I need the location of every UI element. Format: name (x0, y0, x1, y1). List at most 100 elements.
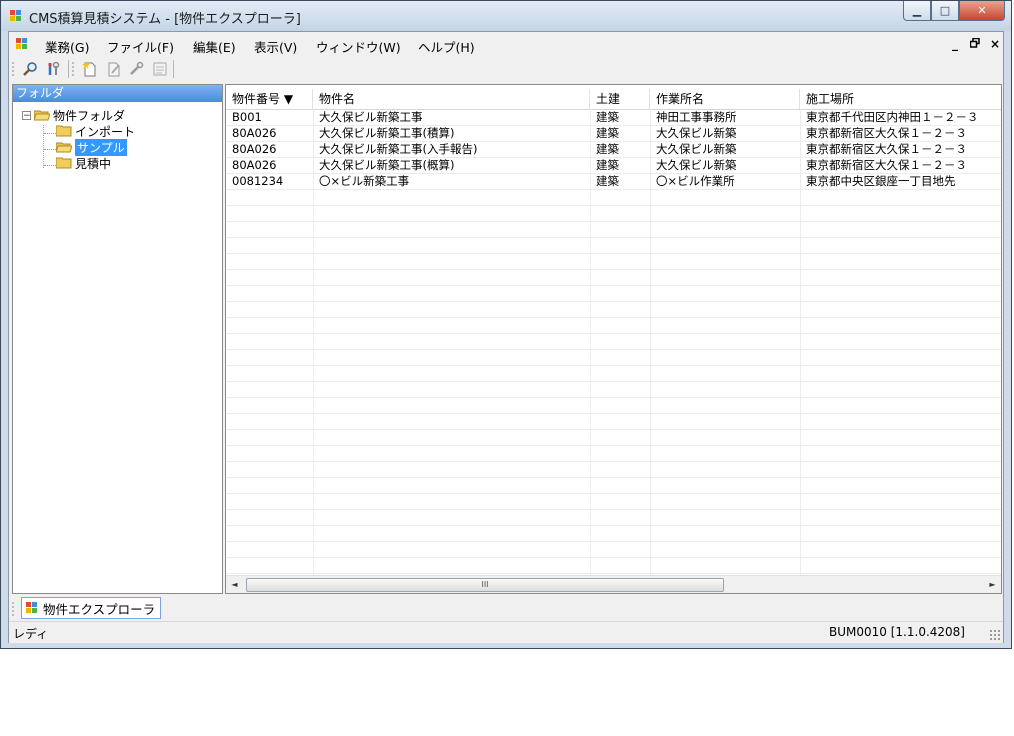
maximize-button[interactable]: □ (931, 1, 959, 21)
tree-label-import: インポート (75, 124, 136, 139)
cell-site-office: 大久保ビル新築 (656, 158, 737, 172)
table-row (226, 558, 1001, 574)
table-row[interactable]: 80A026 大久保ビル新築工事(入手報告) 建築 大久保ビル新築 東京都新宿区大久保１… (226, 142, 1001, 158)
table-row (226, 382, 1001, 398)
column-header-site-office[interactable]: 作業所名 (650, 89, 800, 109)
table-row[interactable]: 80A026 大久保ビル新築工事(概算) 建築 大久保ビル新築 東京都新宿区大久保１－２… (226, 158, 1001, 174)
table-row[interactable]: 0081234 〇×ビル新築工事 建築 〇×ビル作業所 東京都中央区銀座一丁目地先 (226, 174, 1001, 190)
column-header-type[interactable]: 土建 (590, 89, 650, 109)
close-button[interactable]: ✕ (959, 1, 1005, 21)
maximize-icon: □ (939, 4, 951, 17)
column-header-number[interactable]: 物件番号 ▼ (226, 89, 313, 109)
edit-document-button[interactable] (105, 60, 123, 78)
edit-document-icon (108, 62, 120, 77)
cell-type: 建築 (596, 110, 619, 124)
folder-icon (56, 157, 72, 169)
menu-file[interactable]: ファイル(F) (107, 37, 174, 56)
open-folder-icon (34, 110, 50, 121)
cell-site-office: 大久保ビル新築 (656, 142, 737, 156)
new-document-icon (82, 61, 96, 77)
table-row (226, 462, 1001, 478)
app-window: CMS積算見積システム - [物件エクスプローラ] ▁ □ ✕ 業務(G) ファ… (0, 0, 1012, 649)
toolbar-separator (68, 60, 69, 78)
table-row (226, 414, 1001, 430)
table-row[interactable]: B001 大久保ビル新築工事 建築 神田工事事務所 東京都千代田区内神田１－２－３ (226, 110, 1001, 126)
tree-node-import[interactable]: インポート (56, 123, 135, 139)
table-row (226, 526, 1001, 542)
tabstrip-grip[interactable] (12, 601, 14, 617)
cell-type: 建築 (596, 142, 619, 156)
mdi-restore-button[interactable] (969, 37, 980, 51)
tab-label: 物件エクスプローラ (43, 601, 156, 617)
collapse-icon[interactable]: − (22, 110, 31, 120)
toolbar-grip-2[interactable] (72, 61, 74, 77)
table-row (226, 350, 1001, 366)
cell-site-office: 神田工事事務所 (656, 110, 737, 124)
folder-pane-header: フォルダ (13, 85, 222, 102)
search-icon (23, 62, 37, 76)
app-icon (26, 602, 37, 613)
tab-property-explorer[interactable]: 物件エクスプローラ (21, 597, 162, 619)
title-bar[interactable]: CMS積算見積システム - [物件エクスプローラ] ▁ □ ✕ (1, 1, 1011, 31)
table-row (226, 222, 1001, 238)
tools-button[interactable] (45, 60, 63, 78)
app-icon (10, 10, 21, 21)
search-button[interactable] (21, 60, 39, 78)
scroll-left-arrow-icon[interactable]: ◄ (226, 576, 243, 593)
menu-help[interactable]: ヘルプ(H) (418, 37, 475, 56)
caption-buttons: ▁ □ ✕ (903, 1, 1005, 21)
properties-button[interactable] (151, 60, 169, 78)
tree-node-estimating[interactable]: 見積中 (56, 155, 111, 171)
wrench-button[interactable] (127, 60, 145, 78)
table-row (226, 398, 1001, 414)
minimize-button[interactable]: ▁ (903, 1, 931, 21)
close-icon: ✕ (977, 4, 987, 17)
cell-location: 東京都新宿区大久保１－２－３ (806, 158, 967, 172)
cell-number: 80A026 (232, 126, 277, 140)
menu-window[interactable]: ウィンドウ(W) (316, 37, 401, 56)
column-header-location[interactable]: 施工場所 (800, 89, 1001, 109)
scroll-thumb[interactable]: III (246, 578, 724, 592)
tree-node-root[interactable]: − 物件フォルダ (22, 107, 125, 123)
toolbar (9, 56, 1003, 82)
folder-icon (56, 125, 72, 137)
document-tab-strip: 物件エクスプローラ (9, 595, 1003, 621)
column-header-name[interactable]: 物件名 (313, 89, 590, 109)
table-row[interactable]: 80A026 大久保ビル新築工事(積算) 建築 大久保ビル新築 東京都新宿区大久保１－２… (226, 126, 1001, 142)
table-row (226, 238, 1001, 254)
table-row (226, 254, 1001, 270)
table-row (226, 190, 1001, 206)
table-row (226, 318, 1001, 334)
menu-view[interactable]: 表示(V) (254, 37, 297, 56)
menu-edit[interactable]: 編集(E) (193, 37, 236, 56)
cell-number: 80A026 (232, 158, 277, 172)
window-title: CMS積算見積システム - [物件エクスプローラ] (29, 12, 301, 27)
table-row (226, 334, 1001, 350)
tree-connector (44, 165, 56, 166)
tree-connector (44, 133, 56, 134)
open-folder-icon (56, 142, 72, 153)
mdi-close-button[interactable]: × (990, 37, 1000, 51)
folder-pane: フォルダ − 物件フォルダ インポート サンプル 見積中 (12, 84, 223, 594)
client-area: 業務(G) ファイル(F) 編集(E) 表示(V) ウィンドウ(W) ヘルプ(H… (8, 31, 1004, 643)
menu-gyomu[interactable]: 業務(G) (45, 37, 89, 56)
scroll-right-arrow-icon[interactable]: ► (984, 576, 1001, 593)
table-row (226, 446, 1001, 462)
toolbar-grip[interactable] (12, 61, 14, 77)
cell-name: 大久保ビル新築工事 (319, 110, 423, 124)
mdi-child-icon[interactable] (15, 37, 29, 51)
status-text: レディ (13, 627, 49, 641)
tree-label-sample: サンプル (75, 138, 127, 156)
mdi-minimize-button[interactable]: _ (952, 37, 958, 51)
wrench-icon (130, 61, 144, 75)
size-grip-icon[interactable] (989, 629, 1001, 641)
tree-label-estimating: 見積中 (75, 156, 112, 171)
cell-type: 建築 (596, 158, 619, 172)
table-row (226, 494, 1001, 510)
cell-name: 大久保ビル新築工事(積算) (319, 126, 455, 140)
tree-label-root: 物件フォルダ (53, 108, 126, 123)
horizontal-scrollbar[interactable]: ◄ III ► (226, 575, 1001, 593)
property-list-pane: 物件番号 ▼ 物件名 土建 作業所名 施工場所 B001 大久保ビル新築工事 建築神… (225, 84, 1002, 594)
tree-node-sample[interactable]: サンプル (56, 138, 127, 156)
new-document-button[interactable] (81, 60, 99, 78)
